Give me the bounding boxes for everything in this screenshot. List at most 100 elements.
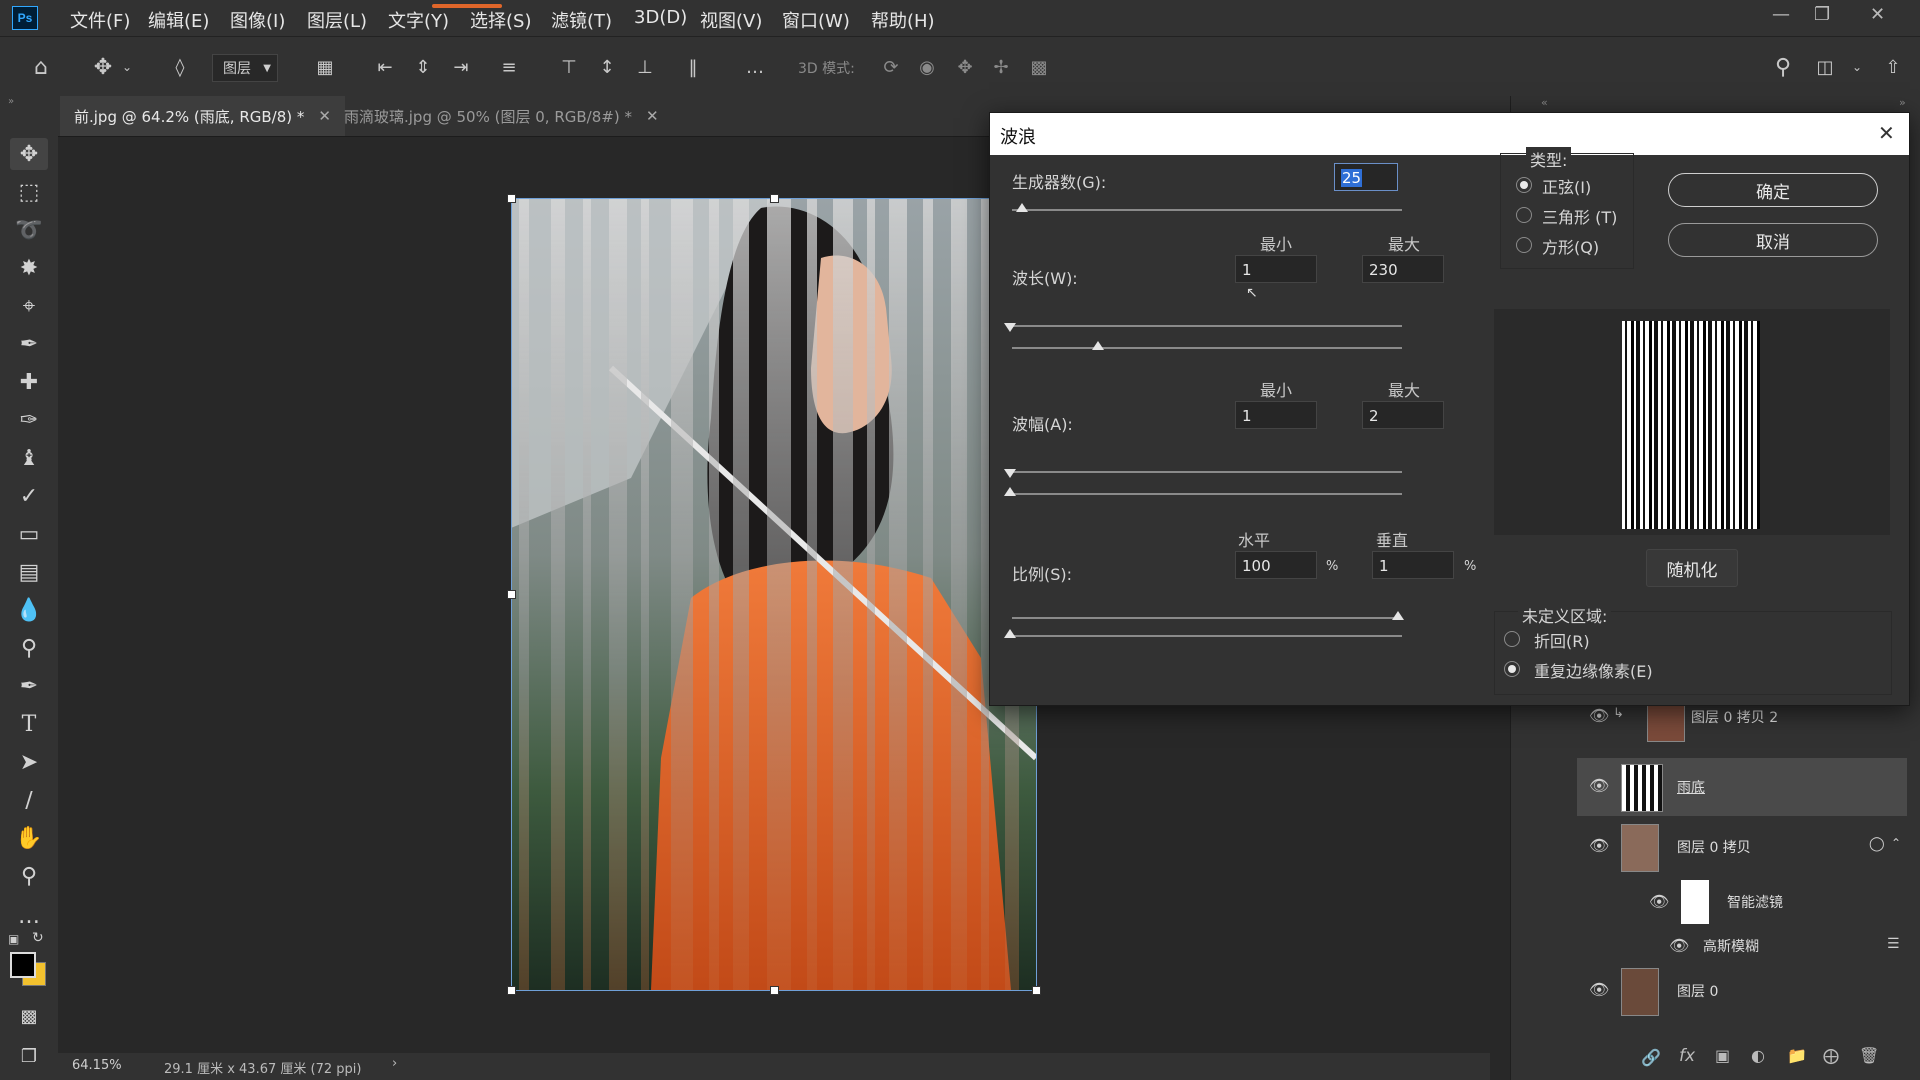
3d-scale-icon[interactable]: ▩ [1022,50,1056,84]
menu-window[interactable]: 窗口(W) [782,7,850,33]
scale-horizontal-slider-track[interactable] [1012,617,1402,619]
type-sine-radio[interactable] [1516,177,1532,193]
layer-select-dropdown[interactable]: 图层 ▼ [212,54,278,82]
wavelength-min-slider-handle[interactable] [1004,323,1016,332]
menu-help[interactable]: 帮助(H) [871,7,935,33]
type-triangle-radio[interactable] [1516,207,1532,223]
wrap-around-label[interactable]: 折回(R) [1534,628,1590,652]
tab-document-2[interactable]: 雨滴玻璃.jpg @ 50% (图层 0, RGB/8#) * ✕ [330,96,673,136]
amplitude-min-slider-track[interactable] [1012,471,1402,473]
transform-handle[interactable] [1032,986,1041,995]
layer-name[interactable]: 图层 0 拷贝 [1677,837,1751,857]
layer-name[interactable]: 图层 0 拷贝 2 [1691,707,1778,727]
move-tool-icon[interactable]: ✥ [10,138,48,170]
scale-horizontal-slider-handle[interactable] [1392,611,1404,620]
quick-select-icon[interactable]: ✸ [10,252,48,284]
search-icon[interactable]: ⚲ [1766,50,1800,84]
wavelength-max-slider-handle[interactable] [1092,341,1104,350]
align-top-icon[interactable]: ⊤ [552,50,586,84]
menu-view[interactable]: 视图(V) [700,7,762,33]
repeat-edge-pixels-label[interactable]: 重复边缘像素(E) [1534,658,1653,682]
workspace-icon[interactable]: ◫ [1808,50,1842,84]
layer-row[interactable]: 👁 图层 0 拷贝 ◯ ⌃ [1577,818,1907,876]
marquee-tool-icon[interactable]: ⬚ [10,176,48,208]
pen-tool-icon[interactable]: ✒ [10,670,48,702]
scale-vertical-slider-track[interactable] [1012,635,1402,637]
line-tool-icon[interactable]: ∕ [10,784,48,816]
3d-roll-icon[interactable]: ◉ [910,50,944,84]
layer-row-selected[interactable]: 👁 雨底 [1577,758,1907,816]
distribute-vertical-icon[interactable]: ‖ [676,50,710,84]
align-left-icon[interactable]: ⇤ [368,50,402,84]
chevron-down-icon[interactable]: ⌄ [1840,50,1874,84]
new-layer-icon[interactable]: ⨁ [1823,1046,1839,1065]
wavelength-min-slider-track[interactable] [1012,325,1402,327]
more-options-icon[interactable]: … [738,50,772,84]
healing-brush-icon[interactable]: ✚ [10,366,48,398]
collapse-panel-icon[interactable]: « [1541,96,1548,109]
menu-3d[interactable]: 3D(D) [634,7,687,28]
amplitude-max-input[interactable]: 2 [1362,401,1444,429]
type-square-radio[interactable] [1516,237,1532,253]
transform-handle[interactable] [770,986,779,995]
close-tab-icon[interactable]: ✕ [646,107,659,125]
menu-filter[interactable]: 滤镜(T) [551,7,612,33]
filter-name[interactable]: 高斯模糊 [1703,936,1759,956]
zoom-level[interactable]: 64.15% [72,1058,122,1073]
layer-name[interactable]: 雨底 [1677,777,1705,797]
visibility-eye-icon[interactable]: 👁 [1669,936,1689,956]
align-bottom-icon[interactable]: ⊥ [628,50,662,84]
3d-slide-icon[interactable]: ✢ [984,50,1018,84]
type-square-label[interactable]: 方形(Q) [1542,234,1599,258]
restore-icon[interactable]: ❐ [1814,4,1830,25]
tab-document-1[interactable]: 前.jpg @ 64.2% (雨底, RGB/8) * ✕ [60,96,345,136]
visibility-eye-icon[interactable]: 👁 [1589,980,1609,1000]
type-tool-icon[interactable]: T [10,708,48,740]
stamp-tool-icon[interactable]: ♝ [10,442,48,474]
align-right-icon[interactable]: ⇥ [444,50,478,84]
scale-vertical-slider-handle[interactable] [1004,629,1016,638]
wavelength-max-slider-track[interactable] [1012,347,1402,349]
visibility-eye-icon[interactable]: 👁 [1589,836,1609,856]
randomize-button[interactable]: 随机化 [1646,549,1738,587]
align-middle-icon[interactable]: ↕ [590,50,624,84]
smart-filters-row[interactable]: 👁 智能滤镜 [1577,876,1907,928]
layer-name[interactable]: 图层 0 [1677,981,1718,1001]
menu-image[interactable]: 图像(I) [230,7,285,33]
generators-input[interactable]: 25 [1334,163,1398,191]
align-center-icon[interactable]: ⇕ [406,50,440,84]
amplitude-max-slider-track[interactable] [1012,493,1402,495]
generators-slider-track[interactable] [1012,209,1402,211]
minimize-icon[interactable]: — [1772,4,1790,25]
lasso-tool-icon[interactable]: ➰ [10,214,48,246]
type-sine-label[interactable]: 正弦(I) [1542,174,1591,198]
chevron-down-icon[interactable]: ⌄ [110,50,144,84]
visibility-eye-icon[interactable]: 👁 [1589,776,1609,796]
path-select-icon[interactable]: ➤ [10,746,48,778]
zoom-tool-icon[interactable]: ⚲ [10,860,48,892]
repeat-edge-pixels-radio[interactable] [1504,661,1520,677]
filter-options-icon[interactable]: ☰ [1887,936,1900,952]
3d-orbit-icon[interactable]: ⟳ [874,50,908,84]
screen-mode-icon[interactable]: ❐ [10,1040,48,1072]
filter-row[interactable]: 👁 高斯模糊 ☰ [1577,930,1907,960]
menu-type[interactable]: 文字(Y) [388,7,449,33]
cancel-button[interactable]: 取消 [1668,223,1878,257]
foreground-color-swatch[interactable] [10,952,36,978]
visibility-eye-icon[interactable]: 👁 [1649,892,1669,912]
visibility-eye-icon[interactable]: 👁 [1589,706,1609,726]
amplitude-max-slider-handle[interactable] [1004,487,1016,496]
add-mask-icon[interactable]: ▣ [1715,1046,1730,1065]
dodge-tool-icon[interactable]: ⚲ [10,632,48,664]
delete-layer-icon[interactable]: 🗑 [1859,1046,1879,1065]
swap-colors-icon[interactable]: ↻ [32,930,44,946]
expand-arrow-icon[interactable]: ⌃ [1891,836,1901,850]
adjustment-layer-icon[interactable]: ◐ [1751,1046,1765,1065]
ok-button[interactable]: 确定 [1668,173,1878,207]
transform-controls-icon[interactable]: ▦ [308,50,342,84]
hand-tool-icon[interactable]: ✋ [10,822,48,854]
history-brush-icon[interactable]: ✓ [10,480,48,512]
layer-row[interactable]: 👁 图层 0 [1577,962,1907,1020]
share-icon[interactable]: ⇧ [1876,50,1910,84]
close-dialog-icon[interactable]: ✕ [1878,121,1895,145]
